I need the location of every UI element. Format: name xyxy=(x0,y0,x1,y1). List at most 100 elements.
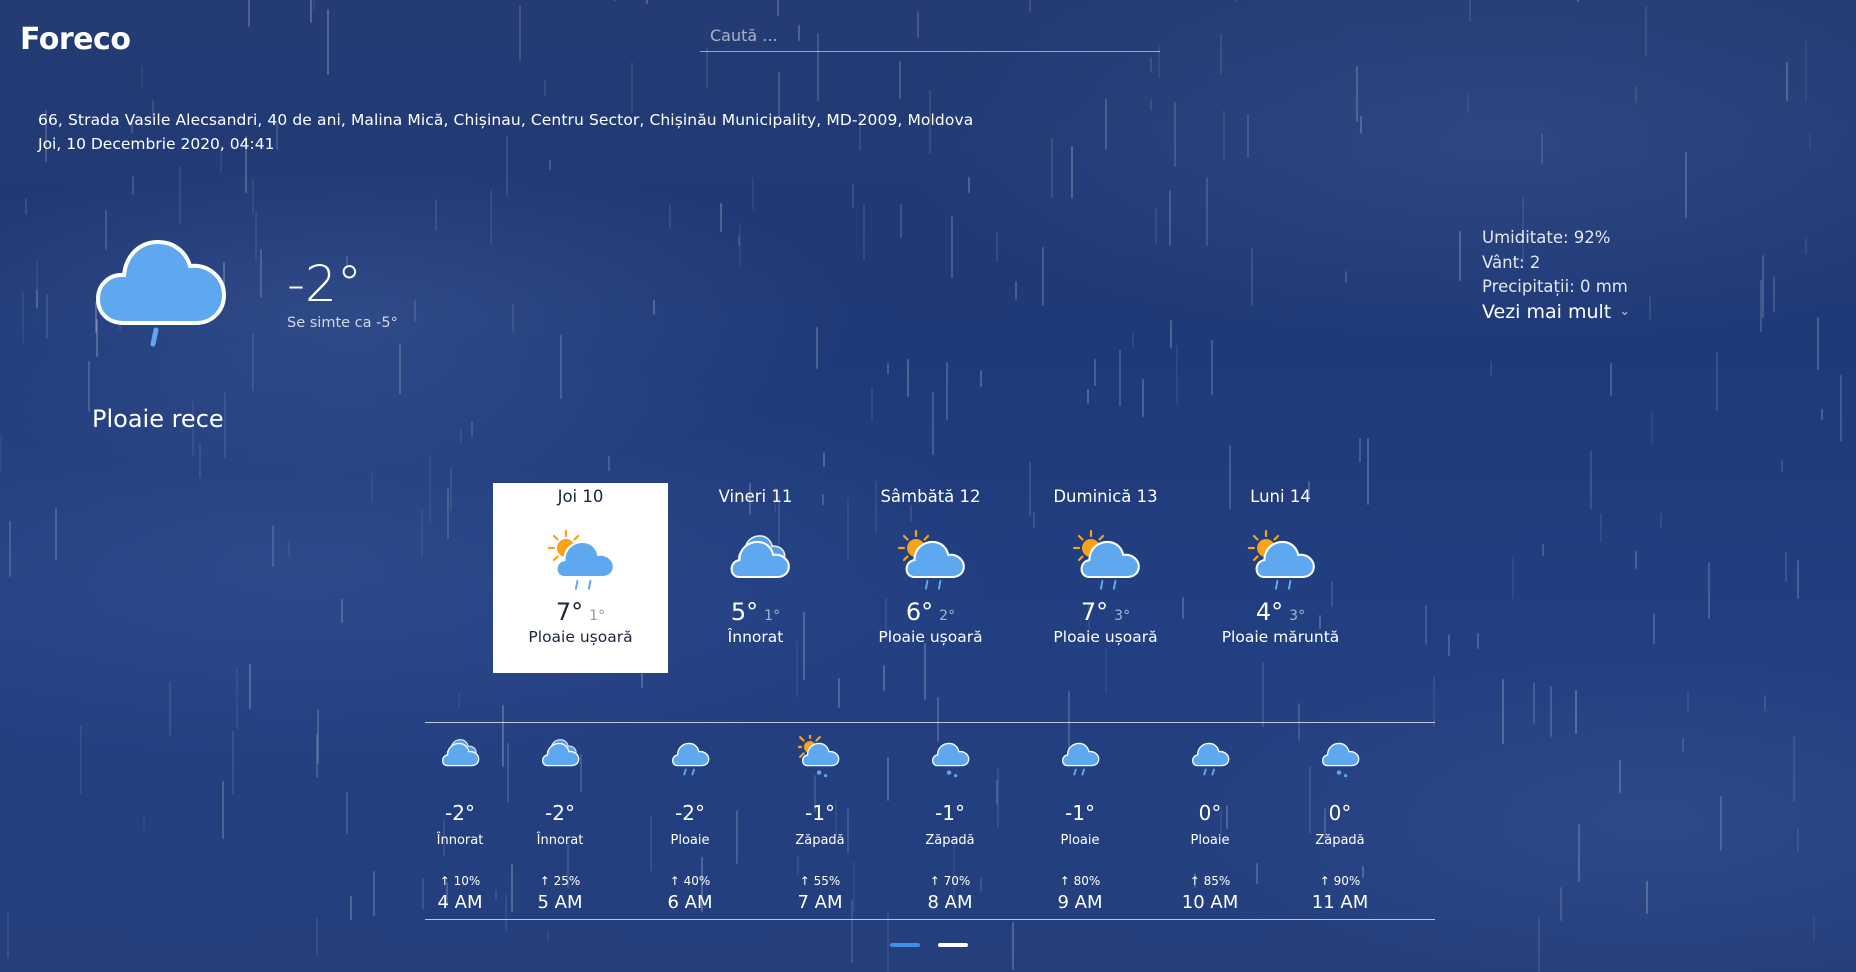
hour-temp: -1° xyxy=(1065,801,1095,825)
app-logo[interactable]: Foreco xyxy=(20,22,131,57)
humidity-stat: Umiditate: 92% xyxy=(1482,228,1611,247)
hour-item: -2° Înnorat ↑ 10% 4 AM xyxy=(405,735,515,913)
hour-temp: -1° xyxy=(935,801,965,825)
hour-description: Zăpadă xyxy=(925,833,975,848)
pager-dot[interactable] xyxy=(890,943,920,947)
day-card[interactable]: Vineri 11 5° 1° Înnorat xyxy=(668,483,843,673)
daily-forecast: Joi 10 7° 1° Ploaie ușoară Vineri 11 5° 1°… xyxy=(493,483,1368,673)
day-name: Luni 14 xyxy=(1250,487,1311,506)
day-temps: 4° 3° xyxy=(1193,598,1368,626)
day-description: Ploaie ușoară xyxy=(1053,628,1158,646)
divider-top xyxy=(425,722,1435,723)
hour-temp: -2° xyxy=(545,801,575,825)
hour-time: 10 AM xyxy=(1181,892,1239,913)
hour-temp: -2° xyxy=(445,801,475,825)
umbrella-icon: ↑ xyxy=(1059,874,1070,888)
see-more-button[interactable]: Vezi mai mult ⌄ xyxy=(1482,300,1630,325)
sun-rain-cloud-icon xyxy=(546,528,616,590)
day-high: 5° xyxy=(730,598,759,626)
umbrella-icon: ↑ xyxy=(799,874,810,888)
hour-time: 4 AM xyxy=(437,892,483,913)
umbrella-icon: ↑ xyxy=(1189,874,1200,888)
day-temps: 6° 2° xyxy=(843,598,1018,626)
hour-item: 0° Zăpadă ↑ 90% 11 AM xyxy=(1285,735,1395,913)
location-address: 66, Strada Vasile Alecsandri, 40 de ani,… xyxy=(38,111,974,129)
day-name: Duminică 13 xyxy=(1053,487,1158,506)
hour-description: Zăpadă xyxy=(1315,833,1365,848)
hour-item: -1° Ploaie ↑ 80% 9 AM xyxy=(1025,735,1135,913)
hour-precip-prob: ↑ 55% xyxy=(765,874,875,888)
day-low: 1° xyxy=(764,608,781,624)
hour-item: 0° Ploaie ↑ 85% 10 AM xyxy=(1155,735,1265,913)
rain-cloud-icon xyxy=(95,228,228,348)
rain-cloud-icon xyxy=(668,735,712,779)
current-temperature: -2° xyxy=(287,255,362,313)
pager xyxy=(890,943,968,947)
sun-drizzle-cloud-icon xyxy=(1246,528,1316,590)
pager-dot[interactable] xyxy=(938,943,968,947)
location-datetime: Joi, 10 Decembrie 2020, 04:41 xyxy=(38,135,275,153)
cloud-icon xyxy=(721,528,791,590)
see-more-label: Vezi mai mult xyxy=(1482,300,1612,323)
day-temps: 5° 1° xyxy=(668,598,843,626)
umbrella-icon: ↑ xyxy=(669,874,680,888)
sun-rain-cloud-icon xyxy=(1071,528,1141,590)
hour-precip-prob: ↑ 90% xyxy=(1285,874,1395,888)
hour-prob-value: 25% xyxy=(553,874,581,888)
hour-precip-prob: ↑ 80% xyxy=(1025,874,1135,888)
wind-stat: Vânt: 2 xyxy=(1482,252,1541,272)
hour-time: 6 AM xyxy=(667,892,713,913)
hour-description: Ploaie xyxy=(1060,833,1100,848)
hour-item: -2° Înnorat ↑ 25% 5 AM xyxy=(505,735,615,913)
day-description: Ploaie ușoară xyxy=(878,628,983,646)
hour-item: -2° Ploaie ↑ 40% 6 AM xyxy=(635,735,745,913)
snow-cloud-icon xyxy=(928,735,972,779)
day-name: Joi 10 xyxy=(557,487,604,506)
search-input[interactable] xyxy=(700,20,1160,52)
hour-description: Ploaie xyxy=(670,833,710,848)
hourly-forecast: -2° Înnorat ↑ 10% 4 AM -2° Înnorat ↑ 25%… xyxy=(425,731,1435,915)
day-card[interactable]: Sâmbătă 12 6° 2° Ploaie ușoară xyxy=(843,483,1018,673)
hour-description: Ploaie xyxy=(1190,833,1230,848)
hour-description: Înnorat xyxy=(536,833,584,848)
hour-time: 5 AM xyxy=(537,892,583,913)
day-description: Ploaie ușoară xyxy=(528,628,633,646)
hour-prob-value: 90% xyxy=(1333,874,1361,888)
umbrella-icon: ↑ xyxy=(439,874,450,888)
hour-time: 7 AM xyxy=(797,892,843,913)
day-card[interactable]: Joi 10 7° 1° Ploaie ușoară xyxy=(493,483,668,673)
day-description: Ploaie măruntă xyxy=(1221,628,1340,646)
day-temps: 7° 1° xyxy=(493,598,668,626)
current-condition: Ploaie rece xyxy=(92,405,224,433)
hour-prob-value: 85% xyxy=(1203,874,1231,888)
hour-temp: 0° xyxy=(1198,801,1222,825)
hour-precip-prob: ↑ 85% xyxy=(1155,874,1265,888)
hour-time: 11 AM xyxy=(1311,892,1369,913)
precip-stat: Precipitații: 0 mm xyxy=(1482,277,1628,296)
hour-precip-prob: ↑ 70% xyxy=(895,874,1005,888)
day-high: 6° xyxy=(905,598,934,626)
day-card[interactable]: Luni 14 4° 3° Ploaie măruntă xyxy=(1193,483,1368,673)
hour-time: 8 AM xyxy=(927,892,973,913)
hour-item: -1° Zăpadă ↑ 55% 7 AM xyxy=(765,731,875,913)
day-high: 4° xyxy=(1255,598,1284,626)
hour-precip-prob: ↑ 25% xyxy=(505,874,615,888)
feels-like: Se simte ca -5° xyxy=(287,315,398,331)
day-description: Înnorat xyxy=(727,628,784,646)
divider-bottom xyxy=(425,919,1435,920)
rain-cloud-icon xyxy=(1188,735,1232,779)
umbrella-icon: ↑ xyxy=(929,874,940,888)
day-low: 3° xyxy=(1289,608,1306,624)
cloud-icon xyxy=(438,735,482,779)
hour-time: 9 AM xyxy=(1057,892,1103,913)
weather-stats: Umiditate: 92% Vânt: 2 Precipitații: 0 m… xyxy=(1482,226,1630,324)
day-card[interactable]: Duminică 13 7° 3° Ploaie ușoară xyxy=(1018,483,1193,673)
hour-precip-prob: ↑ 40% xyxy=(635,874,745,888)
day-high: 7° xyxy=(555,598,584,626)
hour-prob-value: 70% xyxy=(943,874,971,888)
umbrella-icon: ↑ xyxy=(1319,874,1330,888)
day-low: 1° xyxy=(589,608,606,624)
day-name: Vineri 11 xyxy=(718,487,793,506)
rain-cloud-icon xyxy=(1058,735,1102,779)
hour-temp: -2° xyxy=(675,801,705,825)
